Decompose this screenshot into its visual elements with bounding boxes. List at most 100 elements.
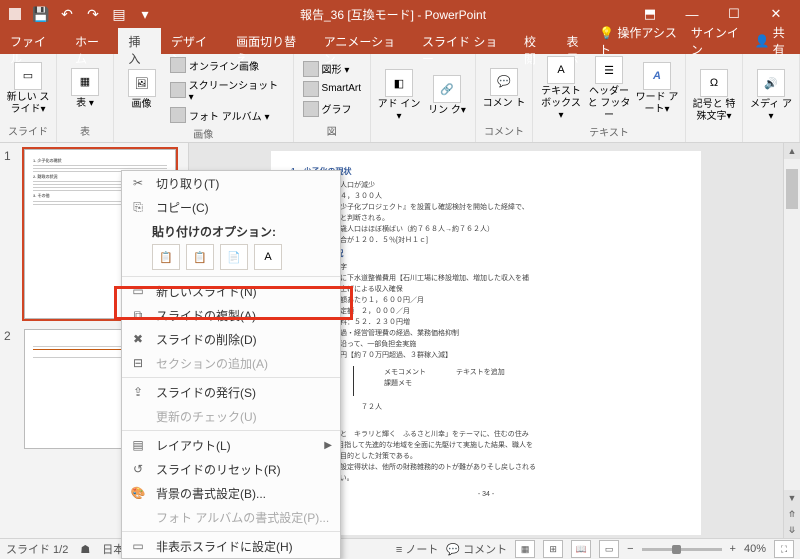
reading-view-icon[interactable]: 📖 <box>571 540 591 558</box>
link-icon: 🔗 <box>433 75 461 103</box>
layout-icon: ▤ <box>130 437 146 453</box>
zoom-knob[interactable] <box>672 545 681 554</box>
comment-button[interactable]: 💬コメン ト <box>482 68 526 110</box>
zoom-slider[interactable] <box>642 548 722 551</box>
zoom-out-button[interactable]: − <box>627 543 633 555</box>
paste-opt-text-only[interactable]: A <box>254 244 282 270</box>
section-icon: ⊟ <box>130 355 146 371</box>
new-slide-button[interactable]: ▭新しい スライド▾ <box>6 62 50 116</box>
textbox-button[interactable]: Aテキスト ボックス▾ <box>539 56 583 122</box>
scroll-down-icon[interactable]: ▼ <box>784 490 800 506</box>
duplicate-icon: ⧉ <box>130 307 146 323</box>
signin-link[interactable]: サインイン <box>691 24 747 58</box>
save-icon[interactable]: 💾 <box>30 3 52 25</box>
share-button[interactable]: 👤共有 <box>755 24 794 58</box>
tab-insert[interactable]: 挿入 <box>118 28 161 54</box>
start-from-beginning-icon[interactable]: ▤ <box>108 3 130 25</box>
tab-animations[interactable]: アニメーション <box>314 28 412 54</box>
ctx-format-photo-album: フォト アルバムの書式設定(P)... <box>122 505 340 529</box>
comments-button[interactable]: 💬 コメント <box>446 541 507 557</box>
notes-button[interactable]: ≡ ノート <box>396 541 438 557</box>
photo-album-button[interactable]: フォト アルバム ▾ <box>167 106 287 124</box>
shapes-button[interactable]: 図形 ▾ <box>300 60 364 78</box>
paste-opt-dest-theme[interactable]: 📋 <box>152 244 180 270</box>
redo-icon[interactable]: ↷ <box>82 3 104 25</box>
scroll-thumb[interactable] <box>786 169 798 209</box>
screenshot-icon <box>170 82 186 98</box>
ctx-delete-slide[interactable]: ✖スライドの削除(D) <box>122 327 340 351</box>
slide-counter[interactable]: スライド 1/2 <box>6 541 68 557</box>
next-slide-icon[interactable]: ⤋ <box>784 522 800 538</box>
addins-icon: ◧ <box>385 69 413 97</box>
tab-view[interactable]: 表示 <box>556 28 599 54</box>
tab-file[interactable]: ファイル <box>0 28 65 54</box>
links-button[interactable]: 🔗リン ク▾ <box>425 75 469 117</box>
sorter-view-icon[interactable]: ⊞ <box>543 540 563 558</box>
comment-icon: 💬 <box>490 68 518 96</box>
speaker-icon: 🔊 <box>757 69 785 97</box>
publish-icon: ⇪ <box>130 384 146 400</box>
screenshot-button[interactable]: スクリーンショット ▾ <box>167 76 287 104</box>
addins-button[interactable]: ◧アド イン▾ <box>377 69 421 123</box>
ribbon-group-illustrations: 図形 ▾ SmartArt グラフ 図 <box>294 54 371 142</box>
delete-icon: ✖ <box>130 331 146 347</box>
normal-view-icon[interactable]: ▦ <box>515 540 535 558</box>
reset-icon: ↺ <box>130 461 146 477</box>
ctx-copy[interactable]: ⎘コピー(C) <box>122 195 340 219</box>
undo-icon[interactable]: ↶ <box>56 3 78 25</box>
ctx-reset-slide[interactable]: ↺スライドのリセット(R) <box>122 457 340 481</box>
tell-me[interactable]: 💡 操作アシスト <box>599 24 683 58</box>
qatb-more-icon[interactable]: ▾ <box>134 3 156 25</box>
vertical-scrollbar[interactable]: ▲ ▼ ⤊ ⤋ <box>783 143 800 538</box>
fit-to-window-icon[interactable]: ⛶ <box>774 540 794 558</box>
menubar: ファイル ホーム 挿入 デザイン 画面切り替え アニメーション スライド ショー… <box>0 28 800 54</box>
copy-icon: ⎘ <box>130 199 146 215</box>
workspace: 1 1. 少子化の現状 2. 財政の状況 3. その他 2 <box>0 143 800 538</box>
zoom-level[interactable]: 40% <box>744 543 766 555</box>
symbols-button[interactable]: Ω記号と 特殊文字▾ <box>692 69 736 123</box>
tab-design[interactable]: デザイン <box>161 28 226 54</box>
ribbon: ▭新しい スライド▾ スライド ▦表 ▾ 表 🖼画像 オンライン画像 スクリーン… <box>0 54 800 143</box>
ribbon-group-symbols: Ω記号と 特殊文字▾ <box>686 54 743 142</box>
tab-home[interactable]: ホーム <box>65 28 118 54</box>
tab-review[interactable]: 校閲 <box>514 28 557 54</box>
picture-icon: 🖼 <box>128 69 156 97</box>
tab-transitions[interactable]: 画面切り替え <box>226 28 314 54</box>
header-icon: ☰ <box>595 56 623 84</box>
ctx-duplicate-slide[interactable]: ⧉スライドの複製(A) <box>122 303 340 327</box>
smartart-button[interactable]: SmartArt <box>300 80 364 98</box>
ctx-cut[interactable]: ✂切り取り(T) <box>122 171 340 195</box>
prev-slide-icon[interactable]: ⤊ <box>784 506 800 522</box>
ctx-hide-slide[interactable]: ▭非表示スライドに設定(H) <box>122 534 340 558</box>
ctx-new-slide[interactable]: ▭新しいスライド(N) <box>122 279 340 303</box>
ctx-layout[interactable]: ▤レイアウト(L)▶ <box>122 433 340 457</box>
paste-opt-picture[interactable]: 📄 <box>220 244 248 270</box>
paste-opt-keep-source[interactable]: 📋 <box>186 244 214 270</box>
ribbon-group-addins: ◧アド イン▾ 🔗リン ク▾ <box>371 54 476 142</box>
slideshow-view-icon[interactable]: ▭ <box>599 540 619 558</box>
ribbon-group-comments: 💬コメン ト コメント <box>476 54 533 142</box>
header-footer-button[interactable]: ☰ヘッダーと フッター <box>587 56 631 122</box>
format-bg-icon: 🎨 <box>130 485 146 501</box>
chart-button[interactable]: グラフ <box>300 100 364 118</box>
ctx-check-updates: 更新のチェック(U) <box>122 404 340 428</box>
zoom-in-button[interactable]: + <box>730 543 736 555</box>
scroll-track[interactable] <box>784 159 800 490</box>
album-icon <box>170 107 186 123</box>
scroll-up-icon[interactable]: ▲ <box>784 143 800 159</box>
context-menu: ✂切り取り(T) ⎘コピー(C) 貼り付けのオプション: 📋 📋 📄 A ▭新し… <box>121 170 341 559</box>
ribbon-group-tables: ▦表 ▾ 表 <box>57 54 114 142</box>
cut-icon: ✂ <box>130 175 146 191</box>
table-button[interactable]: ▦表 ▾ <box>63 68 107 110</box>
ctx-add-section: ⊟セクションの追加(A) <box>122 351 340 375</box>
media-button[interactable]: 🔊メディ ア▾ <box>749 69 793 123</box>
shapes-icon <box>303 61 319 77</box>
pictures-button[interactable]: 🖼画像 <box>120 69 163 111</box>
tab-slideshow[interactable]: スライド ショー <box>412 28 514 54</box>
online-pictures-button[interactable]: オンライン画像 <box>167 56 287 74</box>
ctx-format-background[interactable]: 🎨背景の書式設定(B)... <box>122 481 340 505</box>
wordart-button[interactable]: Aワード アート▾ <box>635 62 679 116</box>
statusbar: スライド 1/2 ☗ 日本語 ≡ ノート 💬 コメント ▦ ⊞ 📖 ▭ − + … <box>0 538 800 559</box>
ctx-publish-slides[interactable]: ⇪スライドの発行(S) <box>122 380 340 404</box>
ctx-paste-options-label: 貼り付けのオプション: <box>122 219 340 242</box>
